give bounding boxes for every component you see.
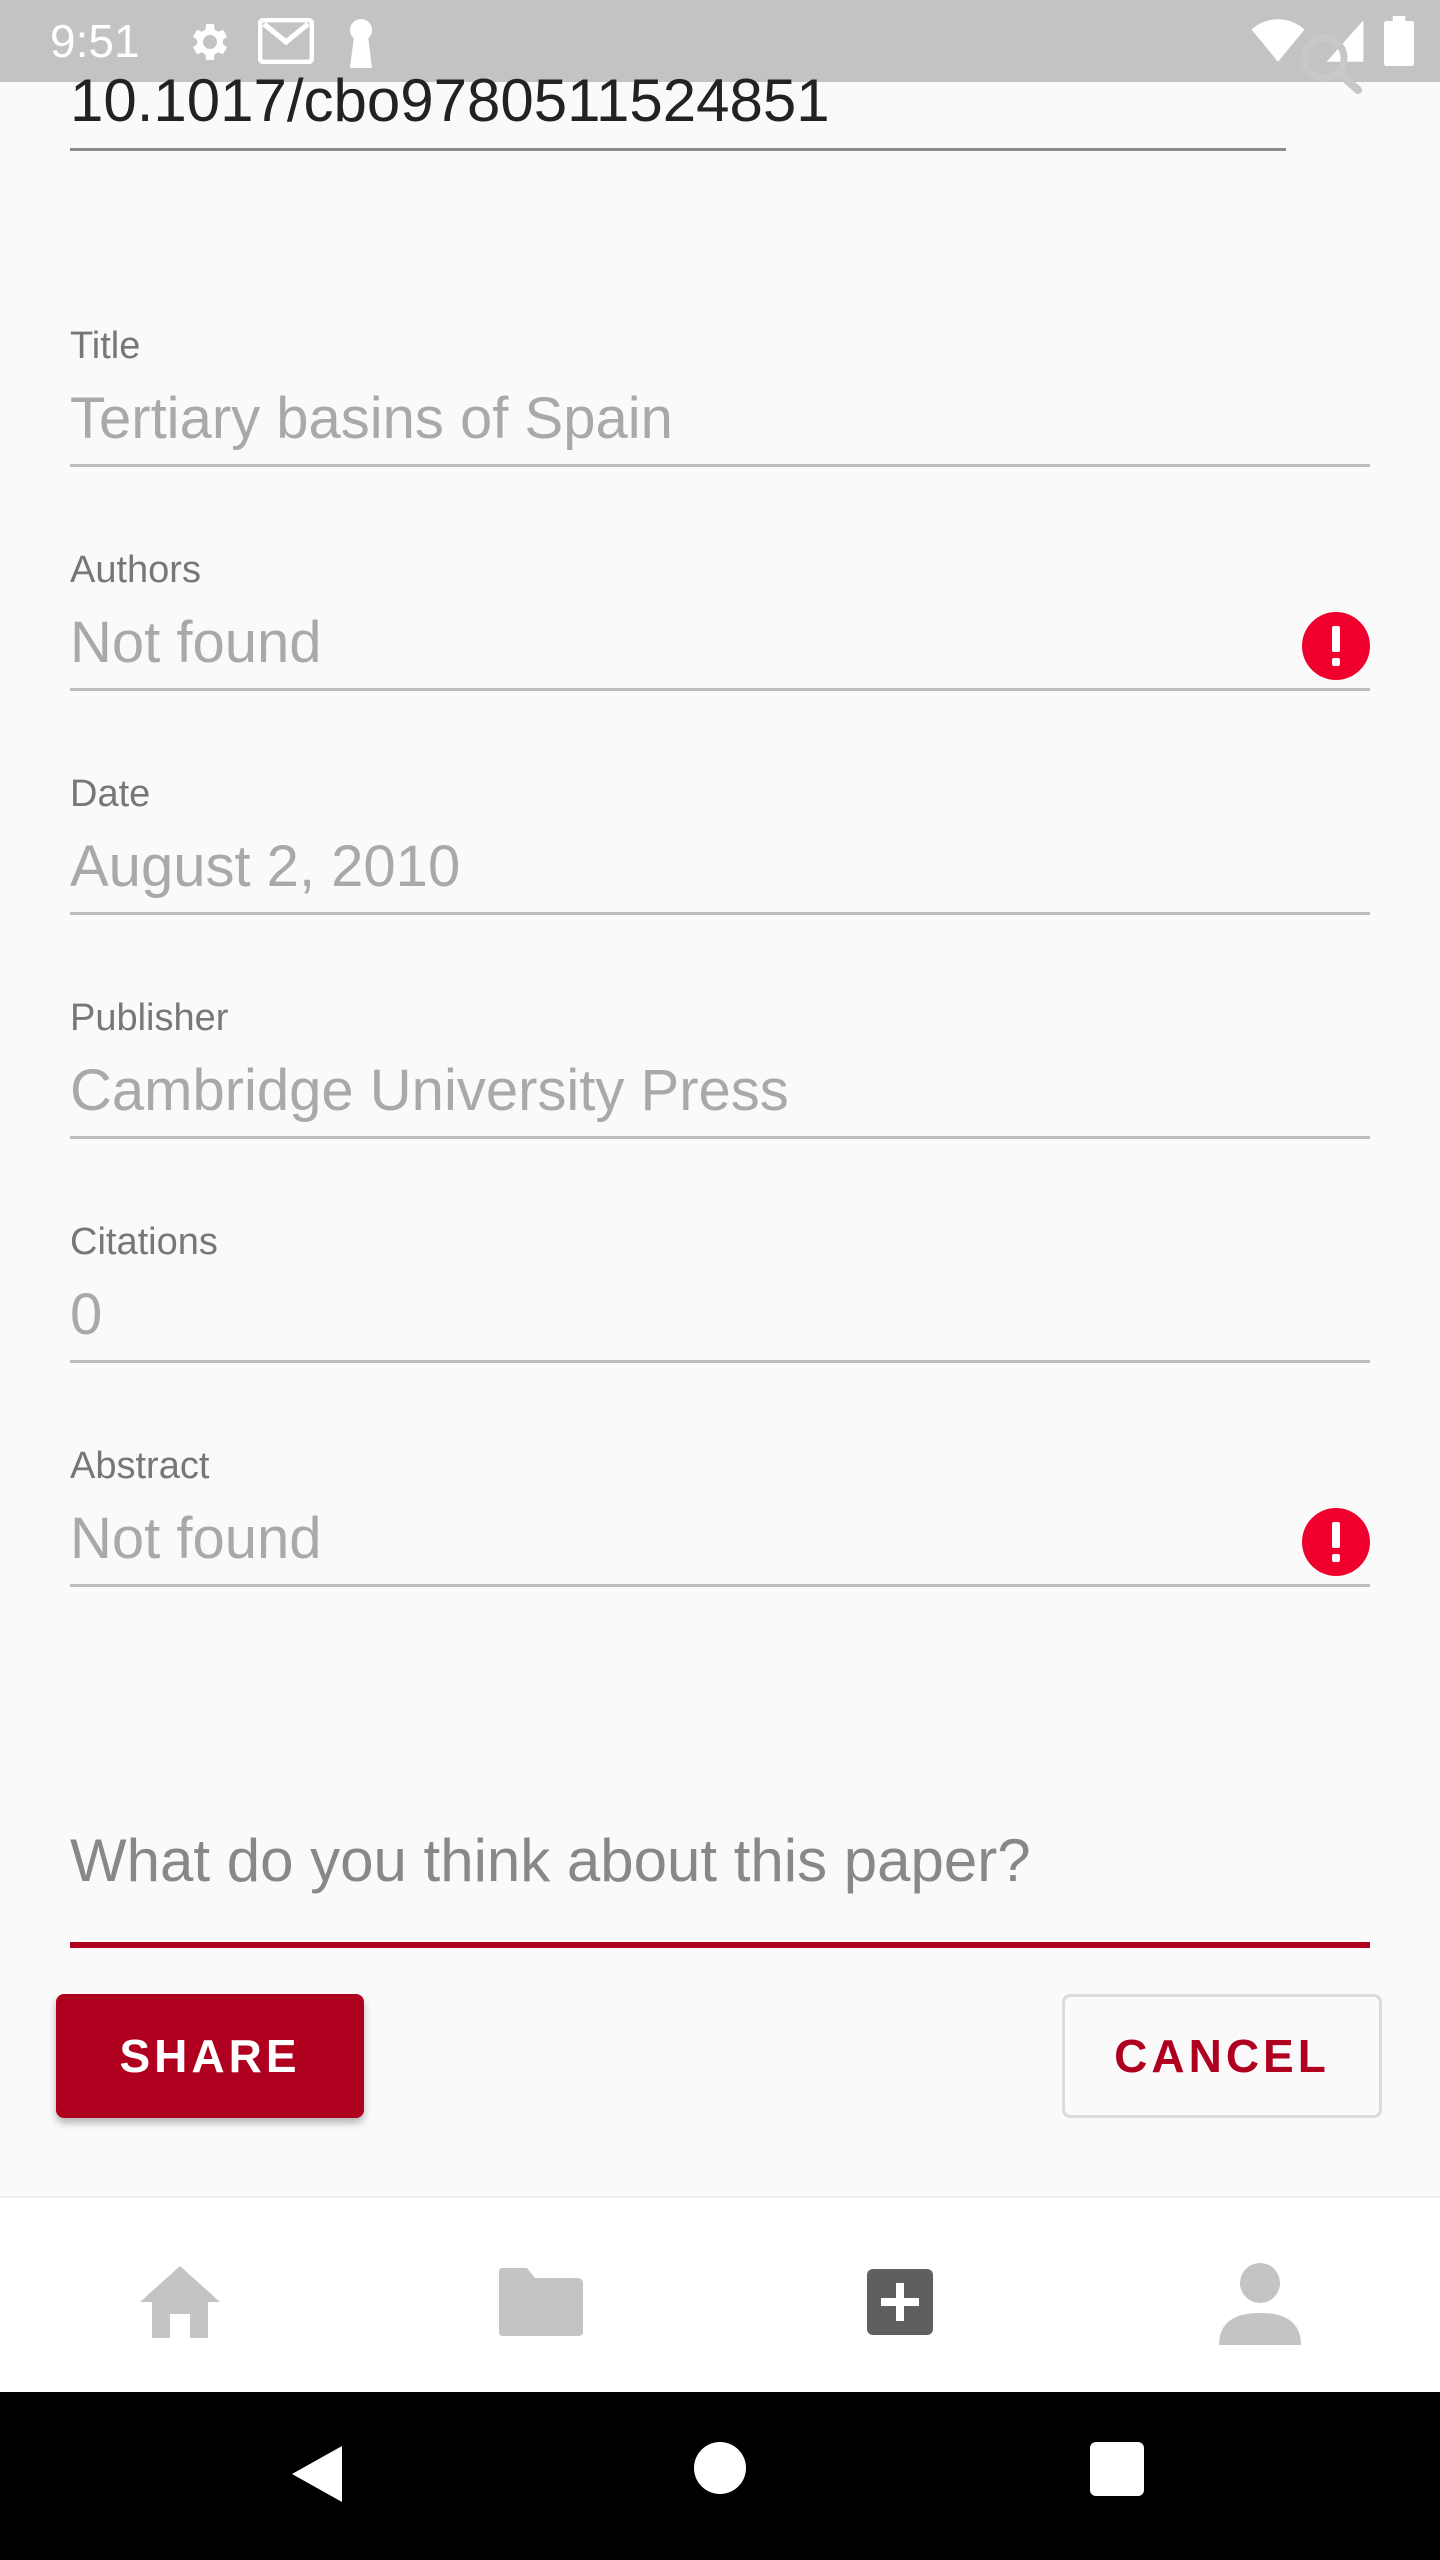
battery-icon — [1384, 16, 1414, 66]
doi-underline — [70, 148, 1286, 151]
doi-search-field[interactable]: 10.1017/cbo9780511524851 — [70, 60, 1286, 152]
wifi-icon — [1251, 19, 1305, 62]
home-button-icon[interactable] — [694, 2442, 746, 2494]
gmail-icon — [258, 18, 314, 64]
gear-icon — [193, 24, 227, 60]
home-icon — [140, 2266, 220, 2338]
doi-value[interactable]: 10.1017/cbo9780511524851 — [70, 66, 830, 136]
citations-label: Citations — [70, 1221, 218, 1263]
recents-icon[interactable] — [1090, 2442, 1144, 2496]
publisher-field[interactable]: Publisher Cambridge University Press — [70, 996, 1370, 1156]
citations-underline — [70, 1360, 1370, 1363]
error-icon — [1302, 612, 1370, 680]
publisher-value[interactable]: Cambridge University Press — [70, 1056, 789, 1126]
comment-underline — [70, 1942, 1370, 1948]
error-icon — [1302, 1508, 1370, 1576]
authors-label: Authors — [70, 549, 201, 591]
authors-underline — [70, 688, 1370, 691]
citations-field[interactable]: Citations 0 — [70, 1220, 1370, 1380]
abstract-underline — [70, 1584, 1370, 1587]
comment-input[interactable] — [70, 1805, 1370, 1915]
nav-add[interactable] — [850, 2252, 950, 2352]
profile-icon — [1219, 2263, 1301, 2345]
title-underline — [70, 464, 1370, 467]
nav-profile[interactable] — [1210, 2252, 1310, 2352]
date-underline — [70, 912, 1370, 915]
abstract-value[interactable]: Not found — [70, 1504, 322, 1574]
nav-home[interactable] — [130, 2252, 230, 2352]
title-field[interactable]: Title Tertiary basins of Spain — [70, 324, 1370, 484]
nav-files[interactable] — [490, 2252, 590, 2352]
back-icon[interactable] — [288, 2442, 346, 2506]
comment-field[interactable] — [70, 1805, 1370, 1950]
publisher-underline — [70, 1136, 1370, 1139]
title-label: Title — [70, 325, 141, 367]
folder-icon — [499, 2268, 583, 2336]
cancel-button[interactable]: CANCEL — [1062, 1994, 1382, 2118]
title-value[interactable]: Tertiary basins of Spain — [70, 384, 673, 454]
abstract-label: Abstract — [70, 1445, 210, 1487]
authors-field[interactable]: Authors Not found — [70, 548, 1370, 708]
citations-value[interactable]: 0 — [70, 1280, 102, 1350]
publisher-label: Publisher — [70, 997, 229, 1039]
date-field[interactable]: Date August 2, 2010 — [70, 772, 1370, 932]
search-icon[interactable] — [1300, 34, 1370, 118]
share-button[interactable]: SHARE — [56, 1994, 364, 2118]
authors-value[interactable]: Not found — [70, 608, 322, 678]
add-icon — [867, 2269, 933, 2335]
date-value[interactable]: August 2, 2010 — [70, 832, 460, 902]
system-nav-bar — [0, 2392, 1440, 2560]
date-label: Date — [70, 773, 151, 815]
abstract-field[interactable]: Abstract Not found — [70, 1444, 1370, 1604]
bottom-nav — [0, 2196, 1440, 2394]
